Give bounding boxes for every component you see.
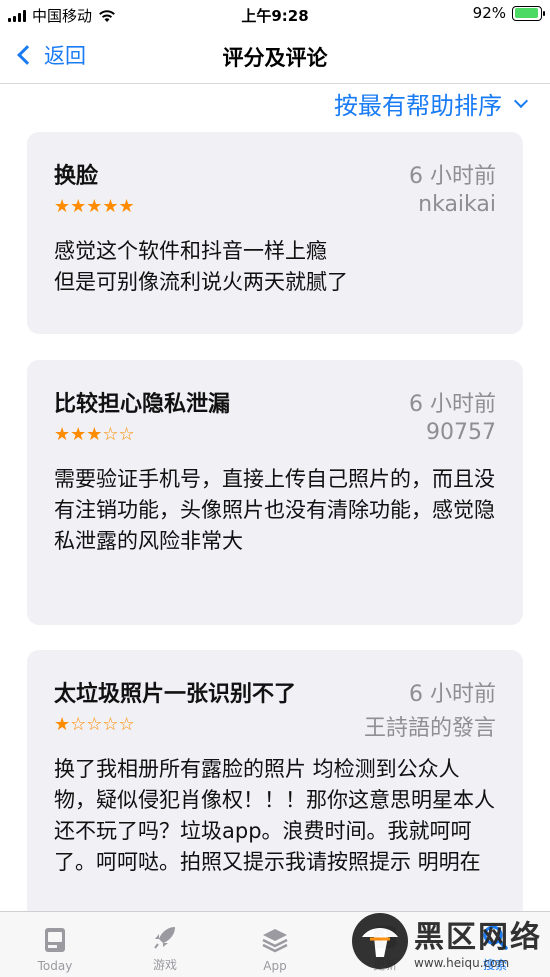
watermark-url: www.heiqu.com bbox=[414, 956, 510, 970]
status-bar: 中国移动 上午9:28 92% bbox=[0, 0, 550, 28]
rocket-icon bbox=[150, 922, 180, 952]
review-author: nkaikai bbox=[418, 192, 496, 217]
review-body: 需要验证手机号，直接上传自己照片的，而且没有注销功能，头像照片也没有清除功能，感… bbox=[54, 467, 495, 553]
status-time: 上午9:28 bbox=[241, 7, 309, 25]
watermark-text: 黑区网络 bbox=[414, 920, 542, 955]
review-card[interactable]: 换脸 6 小时前 nkaikai ★★★★★ 感觉这个软件和抖音一样上瘾 但是可… bbox=[27, 132, 523, 334]
layers-icon bbox=[260, 925, 290, 955]
review-card[interactable]: 比较担心隐私泄漏 6 小时前 90757 ★★★☆☆ 需要验证手机号，直接上传自… bbox=[27, 360, 523, 625]
review-card[interactable]: 太垃圾照片一张识别不了 6 小时前 王詩語的發言 ★☆☆☆☆ 换了我相册所有露脸… bbox=[27, 650, 523, 920]
star-rating: ★★★☆☆ bbox=[54, 424, 135, 445]
tab-today[interactable]: Today bbox=[0, 912, 110, 977]
tab-label: 游戏 bbox=[152, 958, 177, 972]
tab-apps[interactable]: App bbox=[220, 912, 330, 977]
navigation-bar: 返回 评分及评论 bbox=[0, 28, 550, 84]
review-time: 6 小时前 bbox=[409, 682, 496, 707]
battery-icon bbox=[512, 5, 545, 21]
sort-label: 按最有帮助排序 bbox=[334, 92, 502, 120]
review-author: 王詩語的發言 bbox=[363, 716, 496, 741]
review-time: 6 小时前 bbox=[409, 164, 496, 189]
battery-fill bbox=[514, 8, 538, 18]
watermark: 黑区网络 www.heiqu.com bbox=[350, 911, 542, 971]
review-title: 太垃圾照片一张识别不了 bbox=[54, 682, 297, 707]
watermark-logo bbox=[352, 913, 408, 969]
tab-label: App bbox=[263, 959, 287, 973]
review-author: 90757 bbox=[426, 420, 496, 445]
review-title: 比较担心隐私泄漏 bbox=[54, 392, 231, 417]
battery-group: 92% bbox=[472, 4, 545, 22]
today-icon bbox=[40, 925, 70, 955]
review-time: 6 小时前 bbox=[409, 392, 496, 417]
review-body: 换了我相册所有露脸的照片 均检测到公众人物，疑似侵犯肖像权！！！那你这意思明星本… bbox=[54, 757, 495, 874]
review-title: 换脸 bbox=[54, 164, 99, 189]
review-body: 感觉这个软件和抖音一样上瘾 但是可别像流利说火两天就腻了 bbox=[54, 239, 348, 294]
chevron-down-icon bbox=[513, 93, 529, 108]
page-title: 评分及评论 bbox=[222, 46, 328, 70]
sort-selector[interactable]: 按最有帮助排序 bbox=[334, 86, 529, 121]
star-rating: ★★★★★ bbox=[54, 196, 135, 217]
tab-games[interactable]: 游戏 bbox=[110, 912, 220, 977]
battery-percent: 92% bbox=[472, 4, 506, 22]
star-rating: ★☆☆☆☆ bbox=[54, 714, 135, 735]
tab-label: Today bbox=[37, 959, 73, 973]
